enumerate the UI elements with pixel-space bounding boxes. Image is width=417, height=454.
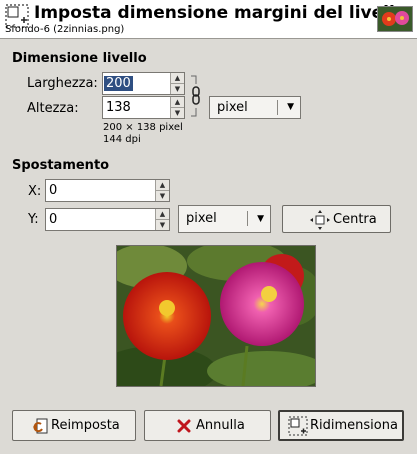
offset-section-title: Spostamento xyxy=(12,158,110,173)
height-decrement[interactable]: ▼ xyxy=(171,108,184,118)
x-offset-value[interactable]: 0 xyxy=(49,183,57,198)
resize-button[interactable]: Ridimensiona xyxy=(278,410,404,441)
layer-size-section-title: Dimensione livello xyxy=(12,51,147,66)
width-label: Larghezza: xyxy=(27,76,98,91)
cancel-button[interactable]: Annulla xyxy=(144,410,271,441)
chain-link-icon[interactable] xyxy=(189,74,203,118)
width-spinbutton[interactable]: 200 ▲ ▼ xyxy=(102,72,185,95)
y-offset-spinbutton[interactable]: 0 ▲ ▼ xyxy=(45,208,170,231)
reset-icon xyxy=(33,418,48,434)
y-label: Y: xyxy=(28,212,39,227)
center-button[interactable]: Centra xyxy=(282,205,391,233)
dialog-subtitle: Sfondo-6 (2zinnias.png) xyxy=(5,24,125,35)
dialog-header: Imposta dimensione margini del livello S… xyxy=(0,0,417,39)
height-label: Altezza: xyxy=(27,101,79,116)
reset-button-label: Reimposta xyxy=(51,418,120,433)
layer-preview-image xyxy=(97,241,327,396)
x-offset-spinbutton[interactable]: 0 ▲ ▼ xyxy=(45,179,170,202)
height-spinbutton[interactable]: 138 ▲ ▼ xyxy=(102,96,185,119)
x-increment[interactable]: ▲ xyxy=(156,180,169,191)
y-offset-value[interactable]: 0 xyxy=(49,212,57,227)
dialog-title: Imposta dimensione margini del livello xyxy=(34,3,407,23)
layer-size-unit-value: pixel xyxy=(217,100,248,115)
height-value[interactable]: 138 xyxy=(106,100,131,115)
y-increment[interactable]: ▲ xyxy=(156,209,169,220)
width-decrement[interactable]: ▼ xyxy=(171,84,184,94)
x-label: X: xyxy=(28,184,42,199)
center-icon xyxy=(310,210,330,230)
image-thumbnail-icon xyxy=(377,6,413,32)
width-value[interactable]: 200 xyxy=(104,76,133,91)
preview-frame[interactable] xyxy=(97,241,327,396)
layer-resolution-info: 144 dpi xyxy=(103,134,141,145)
height-increment[interactable]: ▲ xyxy=(171,97,184,108)
unit-dropdown-icon: ▼ xyxy=(287,102,294,112)
layer-size-info: 200 × 138 pixel xyxy=(103,122,183,133)
resize-icon xyxy=(288,416,308,436)
layer-size-unit-select[interactable]: pixel ▼ xyxy=(209,96,301,119)
x-decrement[interactable]: ▼ xyxy=(156,191,169,201)
width-increment[interactable]: ▲ xyxy=(171,73,184,84)
cancel-button-label: Annulla xyxy=(196,418,245,433)
resize-button-label: Ridimensiona xyxy=(310,418,398,433)
offset-unit-value: pixel xyxy=(186,211,217,226)
unit-dropdown-icon: ▼ xyxy=(257,214,264,224)
y-decrement[interactable]: ▼ xyxy=(156,220,169,230)
center-button-label: Centra xyxy=(333,212,377,227)
cancel-icon xyxy=(177,419,191,433)
offset-unit-select[interactable]: pixel ▼ xyxy=(178,205,271,233)
reset-button[interactable]: Reimposta xyxy=(12,410,136,441)
